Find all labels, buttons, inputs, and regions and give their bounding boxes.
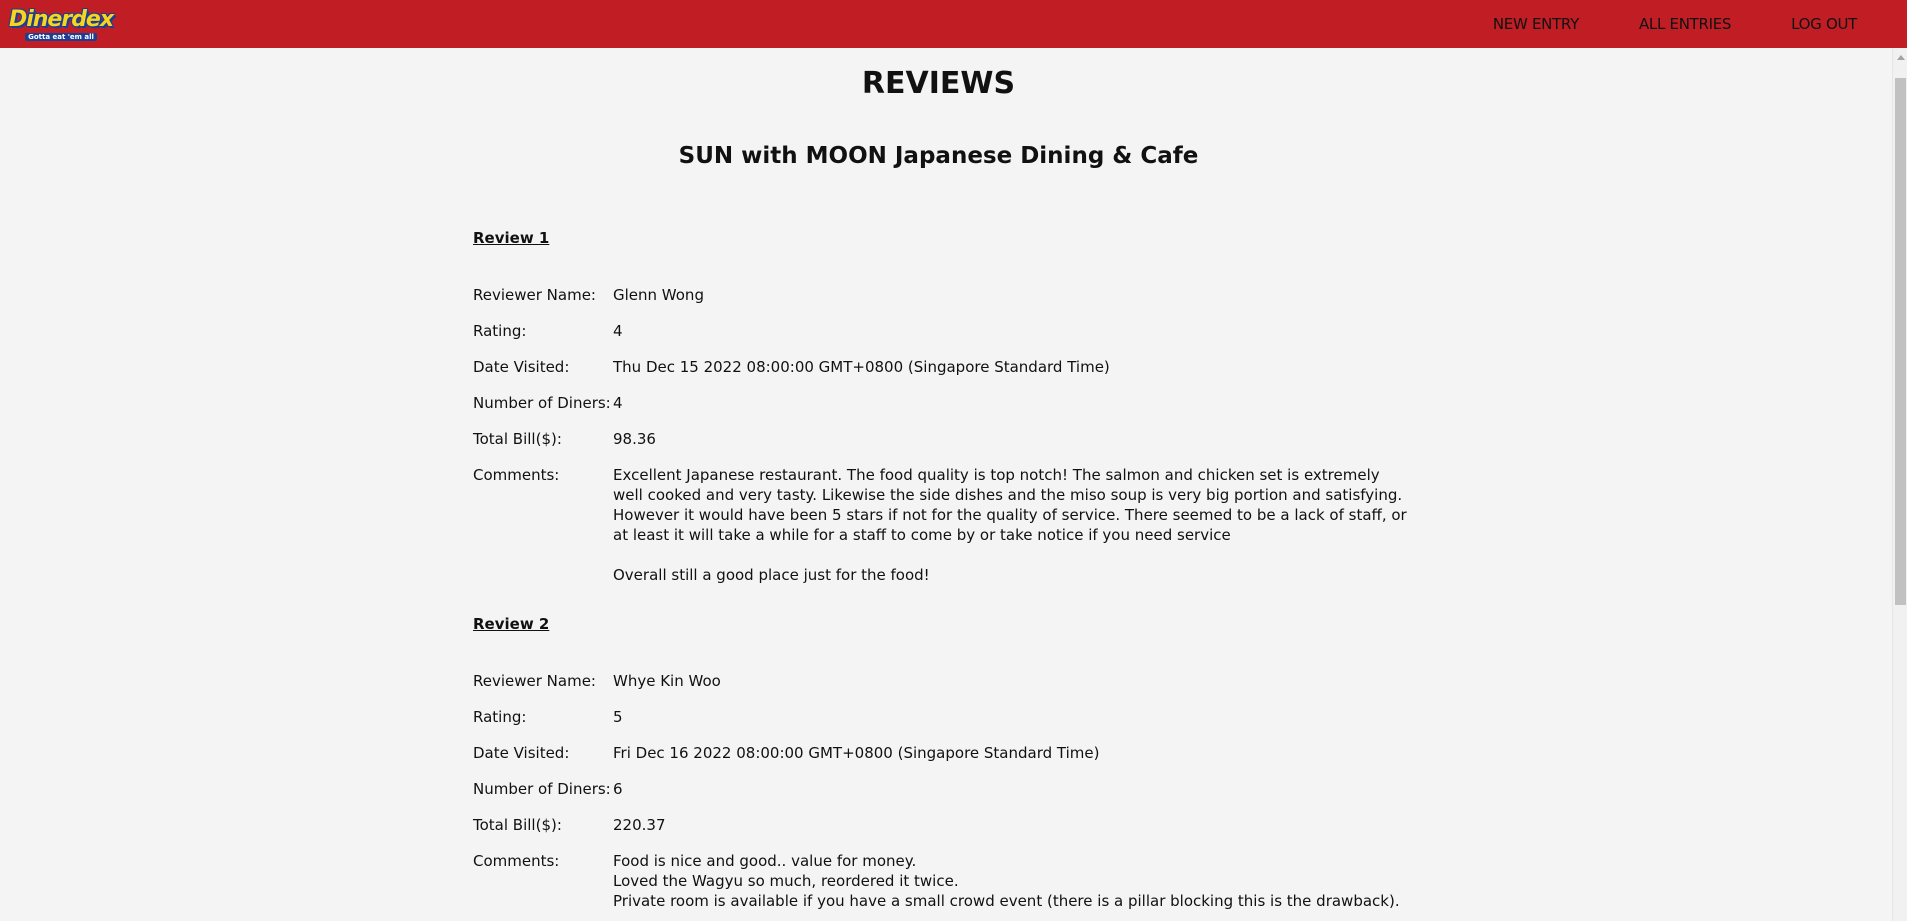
review-card: Review 2 Reviewer Name: Whye Kin Woo Rat… <box>473 615 1413 911</box>
comments-value: Food is nice and good.. value for money.… <box>613 852 1400 910</box>
comments-value: Excellent Japanese restaurant. The food … <box>613 466 1407 584</box>
number-of-diners-label: Number of Diners: <box>473 780 611 798</box>
rating-label: Rating: <box>473 708 527 726</box>
comments-row: Comments: Excellent Japanese restaurant.… <box>473 465 1413 585</box>
top-navbar: Dinerdex Gotta eat 'em all NEW ENTRY ALL… <box>0 0 1907 48</box>
vertical-scrollbar[interactable] <box>1892 48 1907 921</box>
reviewer-name-label: Reviewer Name: <box>473 672 596 690</box>
number-of-diners-value: 4 <box>613 394 623 412</box>
rating-label: Rating: <box>473 322 527 340</box>
rating-row: Rating: 5 <box>473 707 1413 727</box>
date-visited-value: Thu Dec 15 2022 08:00:00 GMT+0800 (Singa… <box>613 358 1110 376</box>
nav-all-entries-link[interactable]: ALL ENTRIES <box>1639 15 1731 33</box>
scroll-up-arrow-icon[interactable] <box>1893 50 1907 65</box>
total-bill-row: Total Bill($): 220.37 <box>473 815 1413 835</box>
date-visited-value: Fri Dec 16 2022 08:00:00 GMT+0800 (Singa… <box>613 744 1100 762</box>
nav-links: NEW ENTRY ALL ENTRIES LOG OUT <box>1433 15 1857 33</box>
review-card: Review 1 Reviewer Name: Glenn Wong Ratin… <box>473 229 1413 585</box>
logo-title: Dinerdex <box>8 6 114 32</box>
comments-label: Comments: <box>473 466 560 484</box>
comments-label: Comments: <box>473 852 560 870</box>
nav-log-out-link[interactable]: LOG OUT <box>1791 15 1857 33</box>
total-bill-value: 98.36 <box>613 430 656 448</box>
rating-row: Rating: 4 <box>473 321 1413 341</box>
number-of-diners-label: Number of Diners: <box>473 394 611 412</box>
nav-new-entry-link[interactable]: NEW ENTRY <box>1493 15 1579 33</box>
reviewer-name-label: Reviewer Name: <box>473 286 596 304</box>
reviewer-name-value: Glenn Wong <box>613 286 704 304</box>
restaurant-name: SUN with MOON Japanese Dining & Cafe <box>678 143 1199 169</box>
rating-value: 5 <box>613 708 623 726</box>
reviewer-name-value: Whye Kin Woo <box>613 672 721 690</box>
date-visited-row: Date Visited: Thu Dec 15 2022 08:00:00 G… <box>473 357 1413 377</box>
date-visited-label: Date Visited: <box>473 744 570 762</box>
main-content: REVIEWS SUN with MOON Japanese Dining & … <box>0 48 1892 921</box>
scrollbar-thumb[interactable] <box>1895 78 1906 605</box>
logo-tagline: Gotta eat 'em all <box>25 32 97 41</box>
rating-value: 4 <box>613 322 623 340</box>
reviewer-name-row: Reviewer Name: Whye Kin Woo <box>473 671 1413 691</box>
page-title: REVIEWS <box>861 66 1016 101</box>
total-bill-label: Total Bill($): <box>473 816 562 834</box>
date-visited-row: Date Visited: Fri Dec 16 2022 08:00:00 G… <box>473 743 1413 763</box>
date-visited-label: Date Visited: <box>473 358 570 376</box>
number-of-diners-row: Number of Diners: 4 <box>473 393 1413 413</box>
review-heading: Review 2 <box>473 615 550 633</box>
dinerdex-logo[interactable]: Dinerdex Gotta eat 'em all <box>9 4 114 44</box>
total-bill-value: 220.37 <box>613 816 666 834</box>
reviewer-name-row: Reviewer Name: Glenn Wong <box>473 285 1413 305</box>
number-of-diners-row: Number of Diners: 6 <box>473 779 1413 799</box>
number-of-diners-value: 6 <box>613 780 623 798</box>
review-heading: Review 1 <box>473 229 550 247</box>
comments-row: Comments: Food is nice and good.. value … <box>473 851 1413 911</box>
reviews-list: Review 1 Reviewer Name: Glenn Wong Ratin… <box>473 229 1413 921</box>
total-bill-row: Total Bill($): 98.36 <box>473 429 1413 449</box>
total-bill-label: Total Bill($): <box>473 430 562 448</box>
